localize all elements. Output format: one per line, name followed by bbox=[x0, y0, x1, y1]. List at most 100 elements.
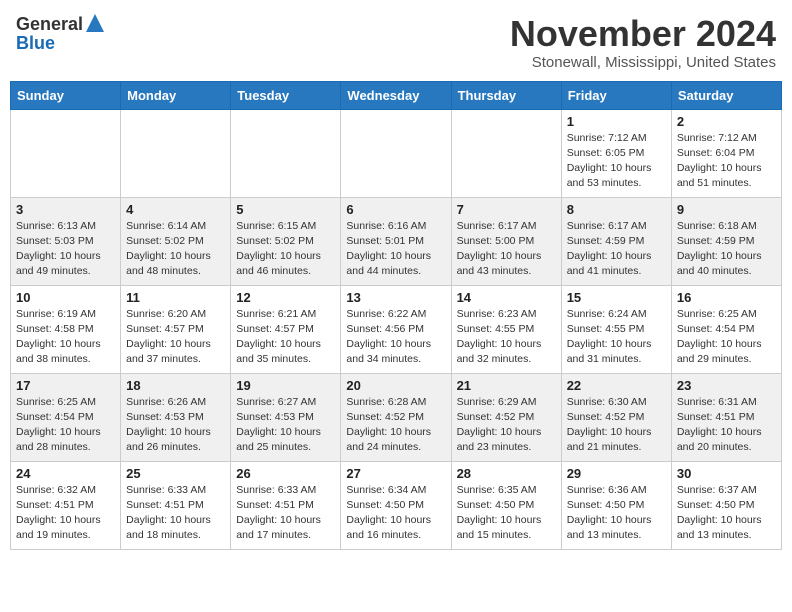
day-number: 28 bbox=[457, 466, 556, 481]
day-number: 13 bbox=[346, 290, 445, 305]
calendar-cell: 9 Sunrise: 6:18 AM Sunset: 4:59 PM Daylig… bbox=[671, 197, 781, 285]
calendar-cell bbox=[231, 109, 341, 197]
calendar-cell: 29 Sunrise: 6:36 AM Sunset: 4:50 PM Dayli… bbox=[561, 461, 671, 549]
day-info: Sunrise: 6:18 AM Sunset: 4:59 PM Dayligh… bbox=[677, 219, 776, 280]
day-number: 29 bbox=[567, 466, 666, 481]
day-info: Sunrise: 6:30 AM Sunset: 4:52 PM Dayligh… bbox=[567, 395, 666, 456]
day-number: 26 bbox=[236, 466, 335, 481]
calendar-cell: 30Sunrise: 6:37 AM Sunset: 4:50 PM Dayli… bbox=[671, 461, 781, 549]
day-number: 24 bbox=[16, 466, 115, 481]
logo-blue-text: Blue bbox=[16, 34, 55, 52]
day-info: Sunrise: 6:27 AM Sunset: 4:53 PM Dayligh… bbox=[236, 395, 335, 456]
page-header: General Blue November 2024 Stonewall, Mi… bbox=[10, 10, 782, 75]
day-info: Sunrise: 6:24 AM Sunset: 4:55 PM Dayligh… bbox=[567, 307, 666, 368]
day-number: 3 bbox=[16, 202, 115, 217]
day-info: Sunrise: 6:28 AM Sunset: 4:52 PM Dayligh… bbox=[346, 395, 445, 456]
day-number: 21 bbox=[457, 378, 556, 393]
calendar-cell: 14 Sunrise: 6:23 AM Sunset: 4:55 PM Dayli… bbox=[451, 285, 561, 373]
calendar-cell: 16 Sunrise: 6:25 AM Sunset: 4:54 PM Dayli… bbox=[671, 285, 781, 373]
day-info: Sunrise: 6:25 AM Sunset: 4:54 PM Dayligh… bbox=[16, 395, 115, 456]
day-info: Sunrise: 6:35 AM Sunset: 4:50 PM Dayligh… bbox=[457, 483, 556, 544]
day-info: Sunrise: 6:19 AM Sunset: 4:58 PM Dayligh… bbox=[16, 307, 115, 368]
day-number: 12 bbox=[236, 290, 335, 305]
day-number: 5 bbox=[236, 202, 335, 217]
calendar-week-1: 1Sunrise: 7:12 AM Sunset: 6:05 PM Daylig… bbox=[11, 109, 782, 197]
day-info: Sunrise: 6:29 AM Sunset: 4:52 PM Dayligh… bbox=[457, 395, 556, 456]
day-number: 9 bbox=[677, 202, 776, 217]
day-info: Sunrise: 6:21 AM Sunset: 4:57 PM Dayligh… bbox=[236, 307, 335, 368]
calendar-cell: 28 Sunrise: 6:35 AM Sunset: 4:50 PM Dayli… bbox=[451, 461, 561, 549]
calendar-cell: 11 Sunrise: 6:20 AM Sunset: 4:57 PM Dayli… bbox=[121, 285, 231, 373]
calendar-cell: 25Sunrise: 6:33 AM Sunset: 4:51 PM Dayli… bbox=[121, 461, 231, 549]
day-info: Sunrise: 6:23 AM Sunset: 4:55 PM Dayligh… bbox=[457, 307, 556, 368]
calendar-header: SundayMondayTuesdayWednesdayThursdayFrid… bbox=[11, 81, 782, 109]
calendar-cell: 17 Sunrise: 6:25 AM Sunset: 4:54 PM Dayli… bbox=[11, 373, 121, 461]
calendar-week-4: 17 Sunrise: 6:25 AM Sunset: 4:54 PM Dayli… bbox=[11, 373, 782, 461]
calendar-cell bbox=[341, 109, 451, 197]
calendar-cell: 12 Sunrise: 6:21 AM Sunset: 4:57 PM Dayli… bbox=[231, 285, 341, 373]
calendar-cell: 1Sunrise: 7:12 AM Sunset: 6:05 PM Daylig… bbox=[561, 109, 671, 197]
weekday-header-sunday: Sunday bbox=[11, 81, 121, 109]
calendar-cell: 27Sunrise: 6:34 AM Sunset: 4:50 PM Dayli… bbox=[341, 461, 451, 549]
calendar-cell: 2 Sunrise: 7:12 AM Sunset: 6:04 PM Daylig… bbox=[671, 109, 781, 197]
day-number: 10 bbox=[16, 290, 115, 305]
day-number: 23 bbox=[677, 378, 776, 393]
day-info: Sunrise: 6:26 AM Sunset: 4:53 PM Dayligh… bbox=[126, 395, 225, 456]
day-number: 22 bbox=[567, 378, 666, 393]
day-number: 19 bbox=[236, 378, 335, 393]
calendar-table: SundayMondayTuesdayWednesdayThursdayFrid… bbox=[10, 81, 782, 550]
calendar-cell: 20 Sunrise: 6:28 AM Sunset: 4:52 PM Dayli… bbox=[341, 373, 451, 461]
calendar-week-5: 24Sunrise: 6:32 AM Sunset: 4:51 PM Dayli… bbox=[11, 461, 782, 549]
logo: General Blue bbox=[16, 14, 104, 52]
calendar-cell: 4 Sunrise: 6:14 AM Sunset: 5:02 PM Daylig… bbox=[121, 197, 231, 285]
weekday-header-tuesday: Tuesday bbox=[231, 81, 341, 109]
day-info: Sunrise: 6:36 AM Sunset: 4:50 PM Dayligh… bbox=[567, 483, 666, 544]
day-number: 14 bbox=[457, 290, 556, 305]
day-number: 11 bbox=[126, 290, 225, 305]
day-number: 8 bbox=[567, 202, 666, 217]
day-info: Sunrise: 6:14 AM Sunset: 5:02 PM Dayligh… bbox=[126, 219, 225, 280]
day-info: Sunrise: 6:15 AM Sunset: 5:02 PM Dayligh… bbox=[236, 219, 335, 280]
weekday-header-friday: Friday bbox=[561, 81, 671, 109]
day-number: 18 bbox=[126, 378, 225, 393]
weekday-header-row: SundayMondayTuesdayWednesdayThursdayFrid… bbox=[11, 81, 782, 109]
calendar-cell: 15 Sunrise: 6:24 AM Sunset: 4:55 PM Dayli… bbox=[561, 285, 671, 373]
day-info: Sunrise: 7:12 AM Sunset: 6:04 PM Dayligh… bbox=[677, 131, 776, 192]
day-info: Sunrise: 6:34 AM Sunset: 4:50 PM Dayligh… bbox=[346, 483, 445, 544]
weekday-header-wednesday: Wednesday bbox=[341, 81, 451, 109]
day-number: 2 bbox=[677, 114, 776, 129]
calendar-week-2: 3 Sunrise: 6:13 AM Sunset: 5:03 PM Daylig… bbox=[11, 197, 782, 285]
calendar-cell: 23 Sunrise: 6:31 AM Sunset: 4:51 PM Dayli… bbox=[671, 373, 781, 461]
day-info: Sunrise: 6:25 AM Sunset: 4:54 PM Dayligh… bbox=[677, 307, 776, 368]
calendar-cell: 18 Sunrise: 6:26 AM Sunset: 4:53 PM Dayli… bbox=[121, 373, 231, 461]
title-block: November 2024 Stonewall, Mississippi, Un… bbox=[510, 14, 776, 71]
day-number: 20 bbox=[346, 378, 445, 393]
calendar-cell: 8 Sunrise: 6:17 AM Sunset: 4:59 PM Daylig… bbox=[561, 197, 671, 285]
calendar-cell: 5 Sunrise: 6:15 AM Sunset: 5:02 PM Daylig… bbox=[231, 197, 341, 285]
day-number: 7 bbox=[457, 202, 556, 217]
day-info: Sunrise: 6:16 AM Sunset: 5:01 PM Dayligh… bbox=[346, 219, 445, 280]
calendar-cell: 10 Sunrise: 6:19 AM Sunset: 4:58 PM Dayli… bbox=[11, 285, 121, 373]
day-info: Sunrise: 6:17 AM Sunset: 4:59 PM Dayligh… bbox=[567, 219, 666, 280]
calendar-cell: 13Sunrise: 6:22 AM Sunset: 4:56 PM Dayli… bbox=[341, 285, 451, 373]
day-info: Sunrise: 6:17 AM Sunset: 5:00 PM Dayligh… bbox=[457, 219, 556, 280]
calendar-cell: 26 Sunrise: 6:33 AM Sunset: 4:51 PM Dayli… bbox=[231, 461, 341, 549]
day-info: Sunrise: 6:13 AM Sunset: 5:03 PM Dayligh… bbox=[16, 219, 115, 280]
calendar-body: 1Sunrise: 7:12 AM Sunset: 6:05 PM Daylig… bbox=[11, 109, 782, 549]
month-title: November 2024 bbox=[510, 14, 776, 54]
day-number: 15 bbox=[567, 290, 666, 305]
day-info: Sunrise: 6:20 AM Sunset: 4:57 PM Dayligh… bbox=[126, 307, 225, 368]
calendar-cell: 3 Sunrise: 6:13 AM Sunset: 5:03 PM Daylig… bbox=[11, 197, 121, 285]
day-number: 16 bbox=[677, 290, 776, 305]
day-info: Sunrise: 6:31 AM Sunset: 4:51 PM Dayligh… bbox=[677, 395, 776, 456]
day-number: 4 bbox=[126, 202, 225, 217]
calendar-cell: 21 Sunrise: 6:29 AM Sunset: 4:52 PM Dayli… bbox=[451, 373, 561, 461]
calendar-cell: 22 Sunrise: 6:30 AM Sunset: 4:52 PM Dayli… bbox=[561, 373, 671, 461]
day-number: 17 bbox=[16, 378, 115, 393]
calendar-cell: 6Sunrise: 6:16 AM Sunset: 5:01 PM Daylig… bbox=[341, 197, 451, 285]
day-info: Sunrise: 6:33 AM Sunset: 4:51 PM Dayligh… bbox=[126, 483, 225, 544]
calendar-cell: 19 Sunrise: 6:27 AM Sunset: 4:53 PM Dayli… bbox=[231, 373, 341, 461]
calendar-week-3: 10 Sunrise: 6:19 AM Sunset: 4:58 PM Dayli… bbox=[11, 285, 782, 373]
day-info: Sunrise: 6:33 AM Sunset: 4:51 PM Dayligh… bbox=[236, 483, 335, 544]
day-info: Sunrise: 7:12 AM Sunset: 6:05 PM Dayligh… bbox=[567, 131, 666, 192]
